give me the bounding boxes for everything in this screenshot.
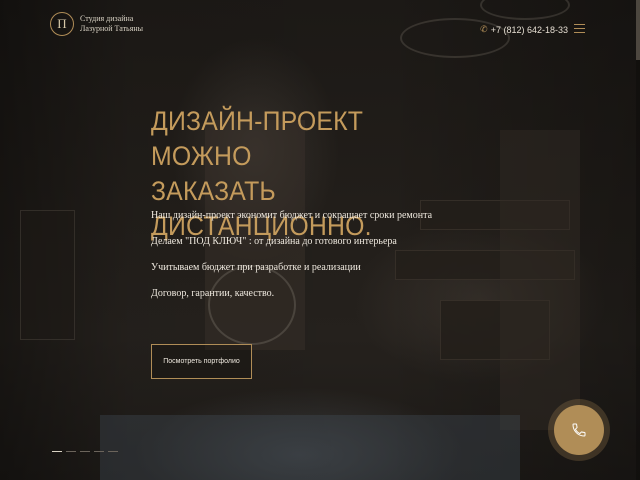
- phone-icon: ✆: [480, 24, 488, 34]
- hero-benefits-list: Наш дизайн-проект экономит бюджет и сокр…: [151, 210, 432, 314]
- slider-dot[interactable]: [94, 451, 104, 452]
- background-sofa: [100, 415, 520, 480]
- site-logo[interactable]: П Студия дизайна Лазурной Татьяны: [50, 12, 143, 36]
- hero-title-line-1: ДИЗАЙН-ПРОЕКТ МОЖНО: [151, 106, 364, 171]
- phone-number[interactable]: +7 (812) 642-18-33: [491, 25, 568, 35]
- slider-dot[interactable]: [66, 451, 76, 452]
- scrollbar-thumb[interactable]: [636, 0, 640, 60]
- list-item: Наш дизайн-проект экономит бюджет и сокр…: [151, 210, 433, 221]
- logo-text: Студия дизайна Лазурной Татьяны: [80, 14, 143, 34]
- menu-line: [574, 28, 585, 29]
- hamburger-menu-icon[interactable]: [574, 24, 585, 33]
- slider-dot[interactable]: [80, 451, 90, 452]
- background-door: [500, 130, 580, 430]
- slider-dot[interactable]: [108, 451, 118, 452]
- header-phone[interactable]: ✆ +7 (812) 642-18-33: [480, 24, 568, 35]
- list-item: Делаем "ПОД КЛЮЧ" : от дизайна до готово…: [151, 236, 397, 247]
- call-button[interactable]: [554, 405, 604, 455]
- slider-dot[interactable]: [52, 451, 62, 452]
- menu-line: [574, 24, 585, 25]
- list-item: Учитываем бюджет при разработке и реализ…: [151, 262, 361, 273]
- scrollbar[interactable]: [636, 0, 640, 480]
- menu-line: [574, 32, 585, 33]
- phone-call-icon: [572, 423, 586, 437]
- list-item: Договор, гарантии, качество.: [151, 288, 275, 299]
- logo-mark: П: [50, 12, 74, 36]
- logo-line-2: Лазурной Татьяны: [80, 24, 144, 33]
- slider-pagination: [52, 451, 118, 452]
- view-portfolio-button[interactable]: Посмотреть портфолио: [151, 344, 252, 379]
- logo-line-1: Студия дизайна: [80, 14, 134, 23]
- background-frame: [20, 210, 75, 340]
